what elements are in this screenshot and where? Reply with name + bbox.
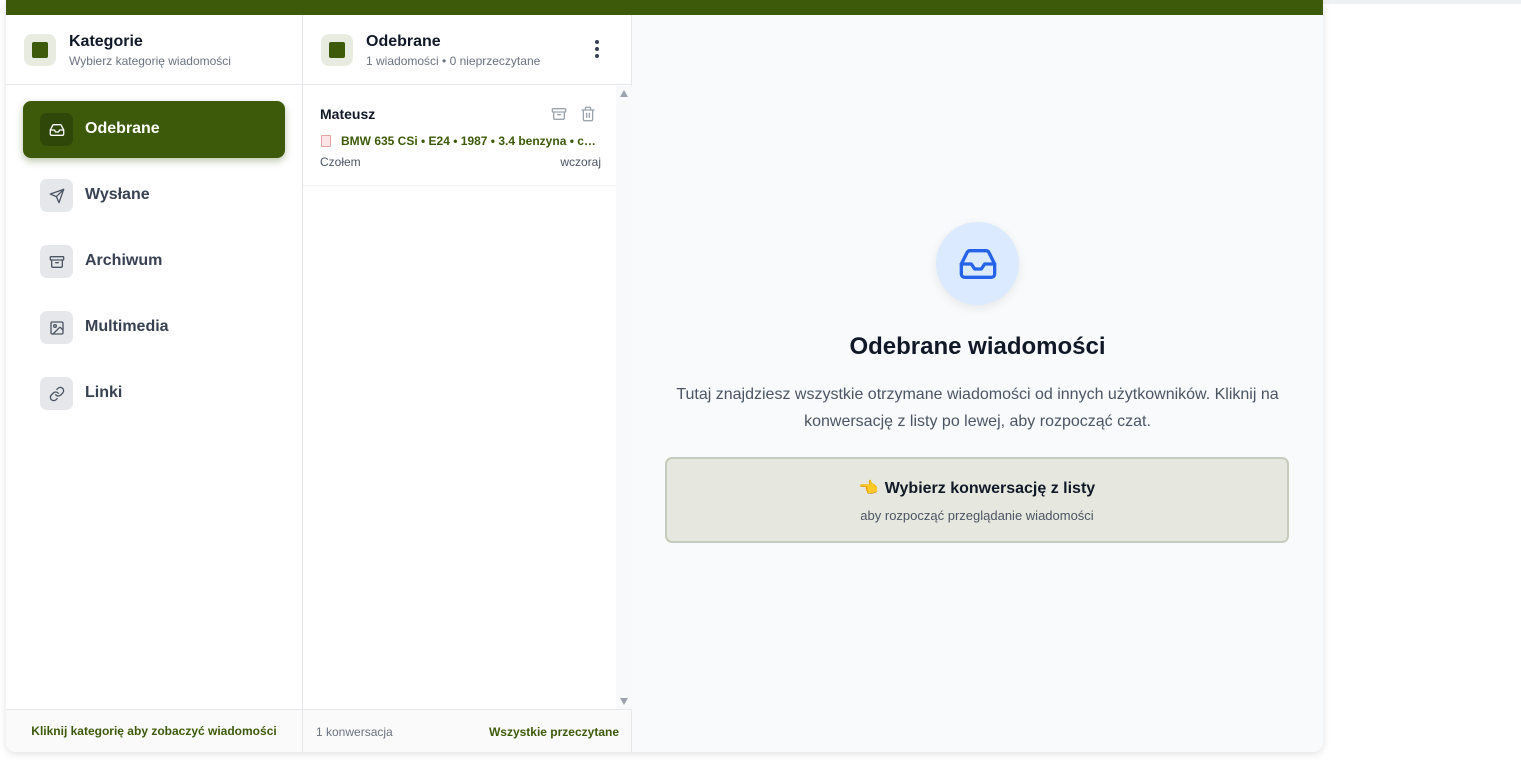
categories-header-icon xyxy=(24,34,56,66)
trash-icon[interactable] xyxy=(580,106,596,127)
conversations-subtitle: 1 wiadomości • 0 nieprzeczytane xyxy=(366,54,541,68)
conversations-scrollbar[interactable] xyxy=(616,86,632,709)
conversations-header-icon xyxy=(321,34,353,66)
image-icon xyxy=(40,311,73,344)
category-label: Archiwum xyxy=(85,252,163,269)
conversations-footer: 1 konwersacja Wszystkie przeczytane xyxy=(303,709,631,752)
conversation-sender: Mateusz xyxy=(320,106,376,122)
send-icon xyxy=(40,179,73,212)
categories-panel: Kategorie Wybierz kategorię wiadomości O… xyxy=(6,15,303,752)
scroll-up-icon[interactable] xyxy=(620,90,628,97)
categories-subtitle: Wybierz kategorię wiadomości xyxy=(69,54,231,68)
category-label: Odebrane xyxy=(85,120,160,137)
conversations-title: Odebrane xyxy=(366,33,441,50)
prompt-title: 👈 Wybierz konwersację z listy xyxy=(667,478,1287,498)
empty-state-title: Odebrane wiadomości xyxy=(849,333,1106,360)
select-conversation-prompt: 👈 Wybierz konwersację z listy aby rozpocz… xyxy=(665,457,1289,543)
archive-icon[interactable] xyxy=(551,106,567,127)
inbox-icon xyxy=(936,222,1019,305)
pointing-hand-icon: 👈 xyxy=(858,480,879,497)
category-item-archiwum[interactable]: Archiwum xyxy=(23,233,285,290)
inbox-icon xyxy=(40,113,73,146)
conversation-count: 1 konwersacja xyxy=(316,725,393,739)
category-item-multimedia[interactable]: Multimedia xyxy=(23,299,285,356)
category-label: Wysłane xyxy=(85,186,150,203)
conversations-panel: Odebrane 1 wiadomości • 0 nieprzeczytane… xyxy=(303,15,632,752)
categories-footer: Kliknij kategorię aby zobaczyć wiadomośc… xyxy=(6,709,302,752)
document-icon xyxy=(321,135,331,147)
category-item-linki[interactable]: Linki xyxy=(23,365,285,422)
archive-icon xyxy=(40,245,73,278)
page-edge-strip xyxy=(1323,0,1521,4)
conversation-time: wczoraj xyxy=(560,155,601,169)
prompt-subtitle: aby rozpocząć przeglądanie wiadomości xyxy=(860,508,1094,523)
category-label: Linki xyxy=(85,384,123,401)
category-item-odebrane[interactable]: Odebrane xyxy=(23,101,285,158)
category-item-wyslane[interactable]: Wysłane xyxy=(23,167,285,224)
scroll-down-icon[interactable] xyxy=(620,698,628,705)
category-label: Multimedia xyxy=(85,318,169,335)
categories-header: Kategorie Wybierz kategorię wiadomości xyxy=(6,15,302,85)
top-bar xyxy=(6,0,1323,15)
main-panel: Odebrane wiadomości Tutaj znajdziesz wsz… xyxy=(632,15,1323,752)
link-icon xyxy=(40,377,73,410)
categories-footer-hint: Kliknij kategorię aby zobaczyć wiadomośc… xyxy=(31,724,277,738)
read-status: Wszystkie przeczytane xyxy=(488,725,619,739)
categories-title: Kategorie xyxy=(69,33,143,50)
conversations-header: Odebrane 1 wiadomości • 0 nieprzeczytane xyxy=(303,15,631,85)
prompt-title-text: Wybierz konwersację z listy xyxy=(884,480,1096,497)
more-options-icon[interactable] xyxy=(585,37,609,61)
messages-app: Kategorie Wybierz kategorię wiadomości O… xyxy=(6,0,1323,752)
conversation-subject: BMW 635 CSi • E24 • 1987 • 3.4 benzyna •… xyxy=(341,134,603,148)
empty-state-description: Tutaj znajdziesz wszystkie otrzymane wia… xyxy=(676,386,1279,430)
conversation-preview: Czołem xyxy=(320,155,361,169)
conversation-item[interactable]: Mateusz BMW 635 CSi • E24 • 1987 • 3.4 b… xyxy=(303,86,616,186)
